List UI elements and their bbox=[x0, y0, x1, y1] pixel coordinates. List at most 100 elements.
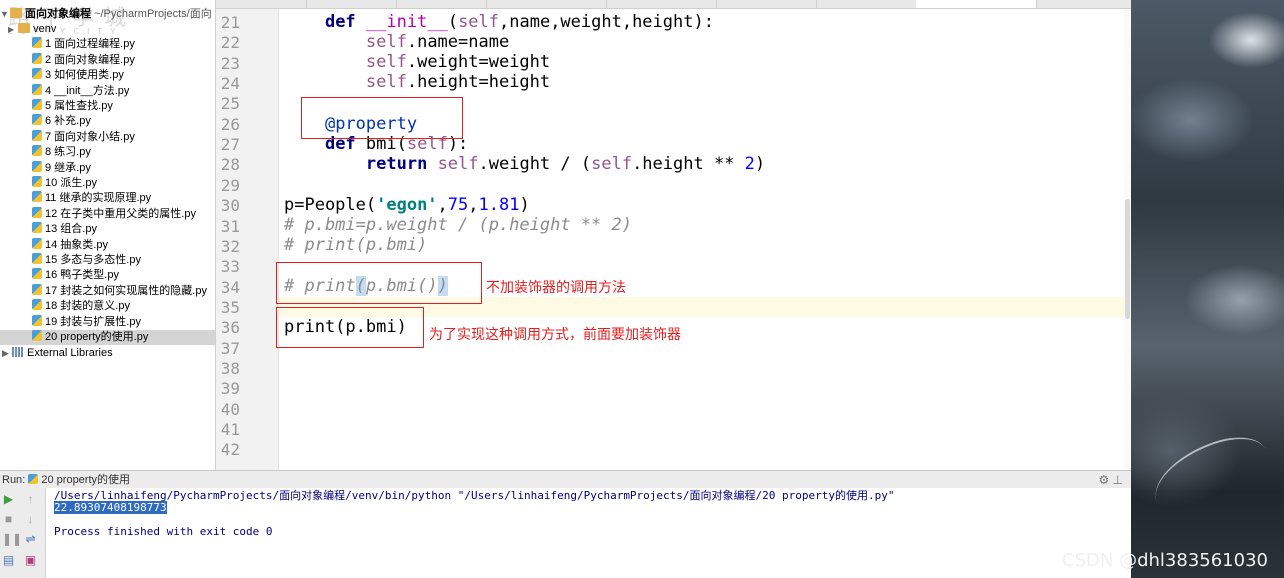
tree-external-libraries[interactable]: ▶ External Libraries bbox=[0, 346, 215, 361]
tree-item-label: 15 多态与多态性.py bbox=[45, 254, 141, 266]
run-panel-header: Run: 20 property的使用 ⚙ ⊥ bbox=[0, 470, 1131, 489]
tree-item-label: 17 封装之如何实现属性的隐藏.py bbox=[45, 284, 207, 297]
editor-tab[interactable] bbox=[306, 0, 397, 8]
rerun-icon[interactable]: ▶ bbox=[2, 493, 15, 506]
print-icon[interactable]: ▣ bbox=[24, 554, 37, 567]
run-tab-label[interactable]: Run bbox=[0, 474, 22, 486]
line-number: 34 bbox=[220, 277, 240, 297]
tree-file[interactable]: 13 组合.py bbox=[0, 222, 215, 237]
tree-item-label: 5 属性查找.py bbox=[45, 100, 113, 112]
editor-tab[interactable] bbox=[816, 0, 917, 8]
code-line: self.height=height bbox=[365, 72, 551, 92]
line-number: 26 bbox=[220, 114, 240, 134]
python-file-icon bbox=[28, 474, 39, 484]
arrow-down-icon[interactable]: ↓ bbox=[24, 513, 37, 526]
line-number: 21 bbox=[220, 13, 240, 32]
tree-file[interactable]: 11 继承的实现原理.py bbox=[0, 191, 215, 206]
line-number: 32 bbox=[220, 236, 240, 256]
tree-item-label: 14 抽象类.py bbox=[45, 238, 108, 251]
tree-file[interactable]: 5 属性查找.py bbox=[0, 99, 215, 114]
editor-tab[interactable] bbox=[396, 0, 487, 8]
pause-icon[interactable]: ❚❚ bbox=[2, 533, 22, 546]
tree-item-label: 3 如何使用类.py bbox=[45, 69, 124, 82]
csdn-watermark: CSDN @dhl383561030 bbox=[1062, 550, 1268, 571]
tree-item-label: venv bbox=[33, 23, 57, 35]
tree-file[interactable]: 9 继承.py bbox=[0, 160, 215, 176]
line-number: 23 bbox=[220, 53, 240, 73]
line-number: 24 bbox=[220, 74, 240, 94]
tree-file[interactable]: 2 面向对象编程.py bbox=[0, 52, 215, 68]
library-icon bbox=[12, 347, 24, 357]
chevron-right-icon[interactable]: ▶ bbox=[0, 25, 14, 34]
editor-tab-active[interactable] bbox=[916, 0, 1037, 8]
code-line: self.weight=weight bbox=[365, 52, 551, 72]
annotation-box-property bbox=[301, 97, 463, 139]
tree-file[interactable]: 20 property的使用.py bbox=[0, 330, 215, 345]
soft-wrap-icon[interactable]: ⇌ bbox=[24, 533, 37, 546]
python-file-icon bbox=[32, 145, 42, 157]
tree-file[interactable]: 19 封装与扩展性.py bbox=[0, 314, 215, 330]
annotation-box-call-attr bbox=[276, 307, 424, 348]
python-file-icon bbox=[32, 299, 42, 311]
layout-icon[interactable]: ▤ bbox=[2, 554, 15, 567]
code-line: # print(p.bmi) bbox=[284, 235, 428, 255]
tree-file[interactable]: 18 封装的意义.py bbox=[0, 299, 215, 314]
chevron-down-icon[interactable]: ▼ bbox=[0, 6, 10, 22]
project-root[interactable]: ▼ 面向对象编程 ~/PycharmProjects/面向 bbox=[0, 6, 215, 22]
stop-icon[interactable]: ■ bbox=[2, 513, 15, 526]
tree-file[interactable]: 3 如何使用类.py bbox=[0, 68, 215, 83]
python-file-icon bbox=[32, 37, 42, 49]
tree-file[interactable]: 16 鸭子类型.py bbox=[0, 268, 215, 283]
python-file-icon bbox=[32, 99, 42, 110]
tree-file[interactable]: 8 练习.py bbox=[0, 145, 215, 160]
line-number: 30 bbox=[220, 196, 240, 216]
run-toolbar: ▶ ↑ ■ ↓ ❚❚ ⇌ ▤ ▣ bbox=[0, 488, 46, 578]
tree-file[interactable]: 14 抽象类.py bbox=[0, 237, 215, 253]
python-file-icon bbox=[32, 253, 42, 264]
tree-file[interactable]: 6 补充.py bbox=[0, 114, 215, 129]
gear-icon[interactable]: ⚙ ⊥ bbox=[1098, 471, 1123, 489]
console-output: 22.89307408198773 bbox=[54, 501, 167, 514]
line-number: 29 bbox=[220, 175, 240, 195]
tree-folder[interactable]: ▶ venv bbox=[0, 22, 215, 37]
line-number: 38 bbox=[220, 358, 240, 378]
folder-icon bbox=[18, 23, 31, 33]
external-libraries-label: External Libraries bbox=[27, 347, 113, 359]
line-number: 40 bbox=[220, 399, 240, 419]
python-file-icon bbox=[32, 330, 42, 341]
run-console[interactable]: /Users/linhaifeng/PycharmProjects/面向对象编程… bbox=[46, 488, 1131, 578]
tree-item-label: 8 练习.py bbox=[45, 146, 91, 159]
tree-file[interactable]: 1 面向过程编程.py bbox=[0, 37, 215, 52]
python-file-icon bbox=[32, 176, 42, 187]
python-file-icon bbox=[32, 68, 42, 80]
line-number: 25 bbox=[220, 94, 240, 114]
editor-tab[interactable] bbox=[216, 0, 307, 8]
code-editor[interactable]: def __init__(self,name,weight,height): s… bbox=[276, 9, 1124, 470]
scrollbar-thumb[interactable] bbox=[1125, 199, 1130, 319]
line-number: 42 bbox=[220, 440, 240, 460]
desktop-background-image bbox=[1131, 0, 1284, 578]
code-line: p=People('egon',75,1.81) bbox=[284, 195, 530, 215]
line-number: 35 bbox=[220, 297, 240, 317]
tree-file[interactable]: 4 __init__方法.py bbox=[0, 83, 215, 99]
python-file-icon bbox=[32, 206, 42, 218]
tree-item-label: 12 在子类中重用父类的属性.py bbox=[45, 207, 196, 220]
editor-tab[interactable] bbox=[486, 0, 607, 8]
python-file-icon bbox=[32, 314, 42, 326]
tree-file[interactable]: 7 面向对象小结.py bbox=[0, 129, 215, 145]
arrow-up-icon[interactable]: ↑ bbox=[24, 493, 37, 506]
editor-tab[interactable] bbox=[606, 0, 717, 8]
line-number: 28 bbox=[220, 155, 240, 175]
editor-scrollbar[interactable] bbox=[1124, 9, 1131, 470]
annotation-text-no-decorator: 不加装饰器的调用方法 bbox=[486, 280, 626, 296]
code-line: def __init__(self,name,weight,height): bbox=[324, 12, 714, 32]
editor-tab[interactable] bbox=[716, 0, 817, 8]
tree-file[interactable]: 12 在子类中重用父类的属性.py bbox=[0, 206, 215, 222]
chevron-right-icon[interactable]: ▶ bbox=[0, 346, 12, 361]
python-file-icon bbox=[32, 83, 42, 95]
tree-file[interactable]: 15 多态与多态性.py bbox=[0, 253, 215, 268]
tree-file[interactable]: 17 封装之如何实现属性的隐藏.py bbox=[0, 283, 215, 299]
line-number: 37 bbox=[220, 338, 240, 358]
tree-file[interactable]: 10 派生.py bbox=[0, 176, 215, 191]
project-path: ~/PycharmProjects/面向 bbox=[94, 8, 212, 20]
